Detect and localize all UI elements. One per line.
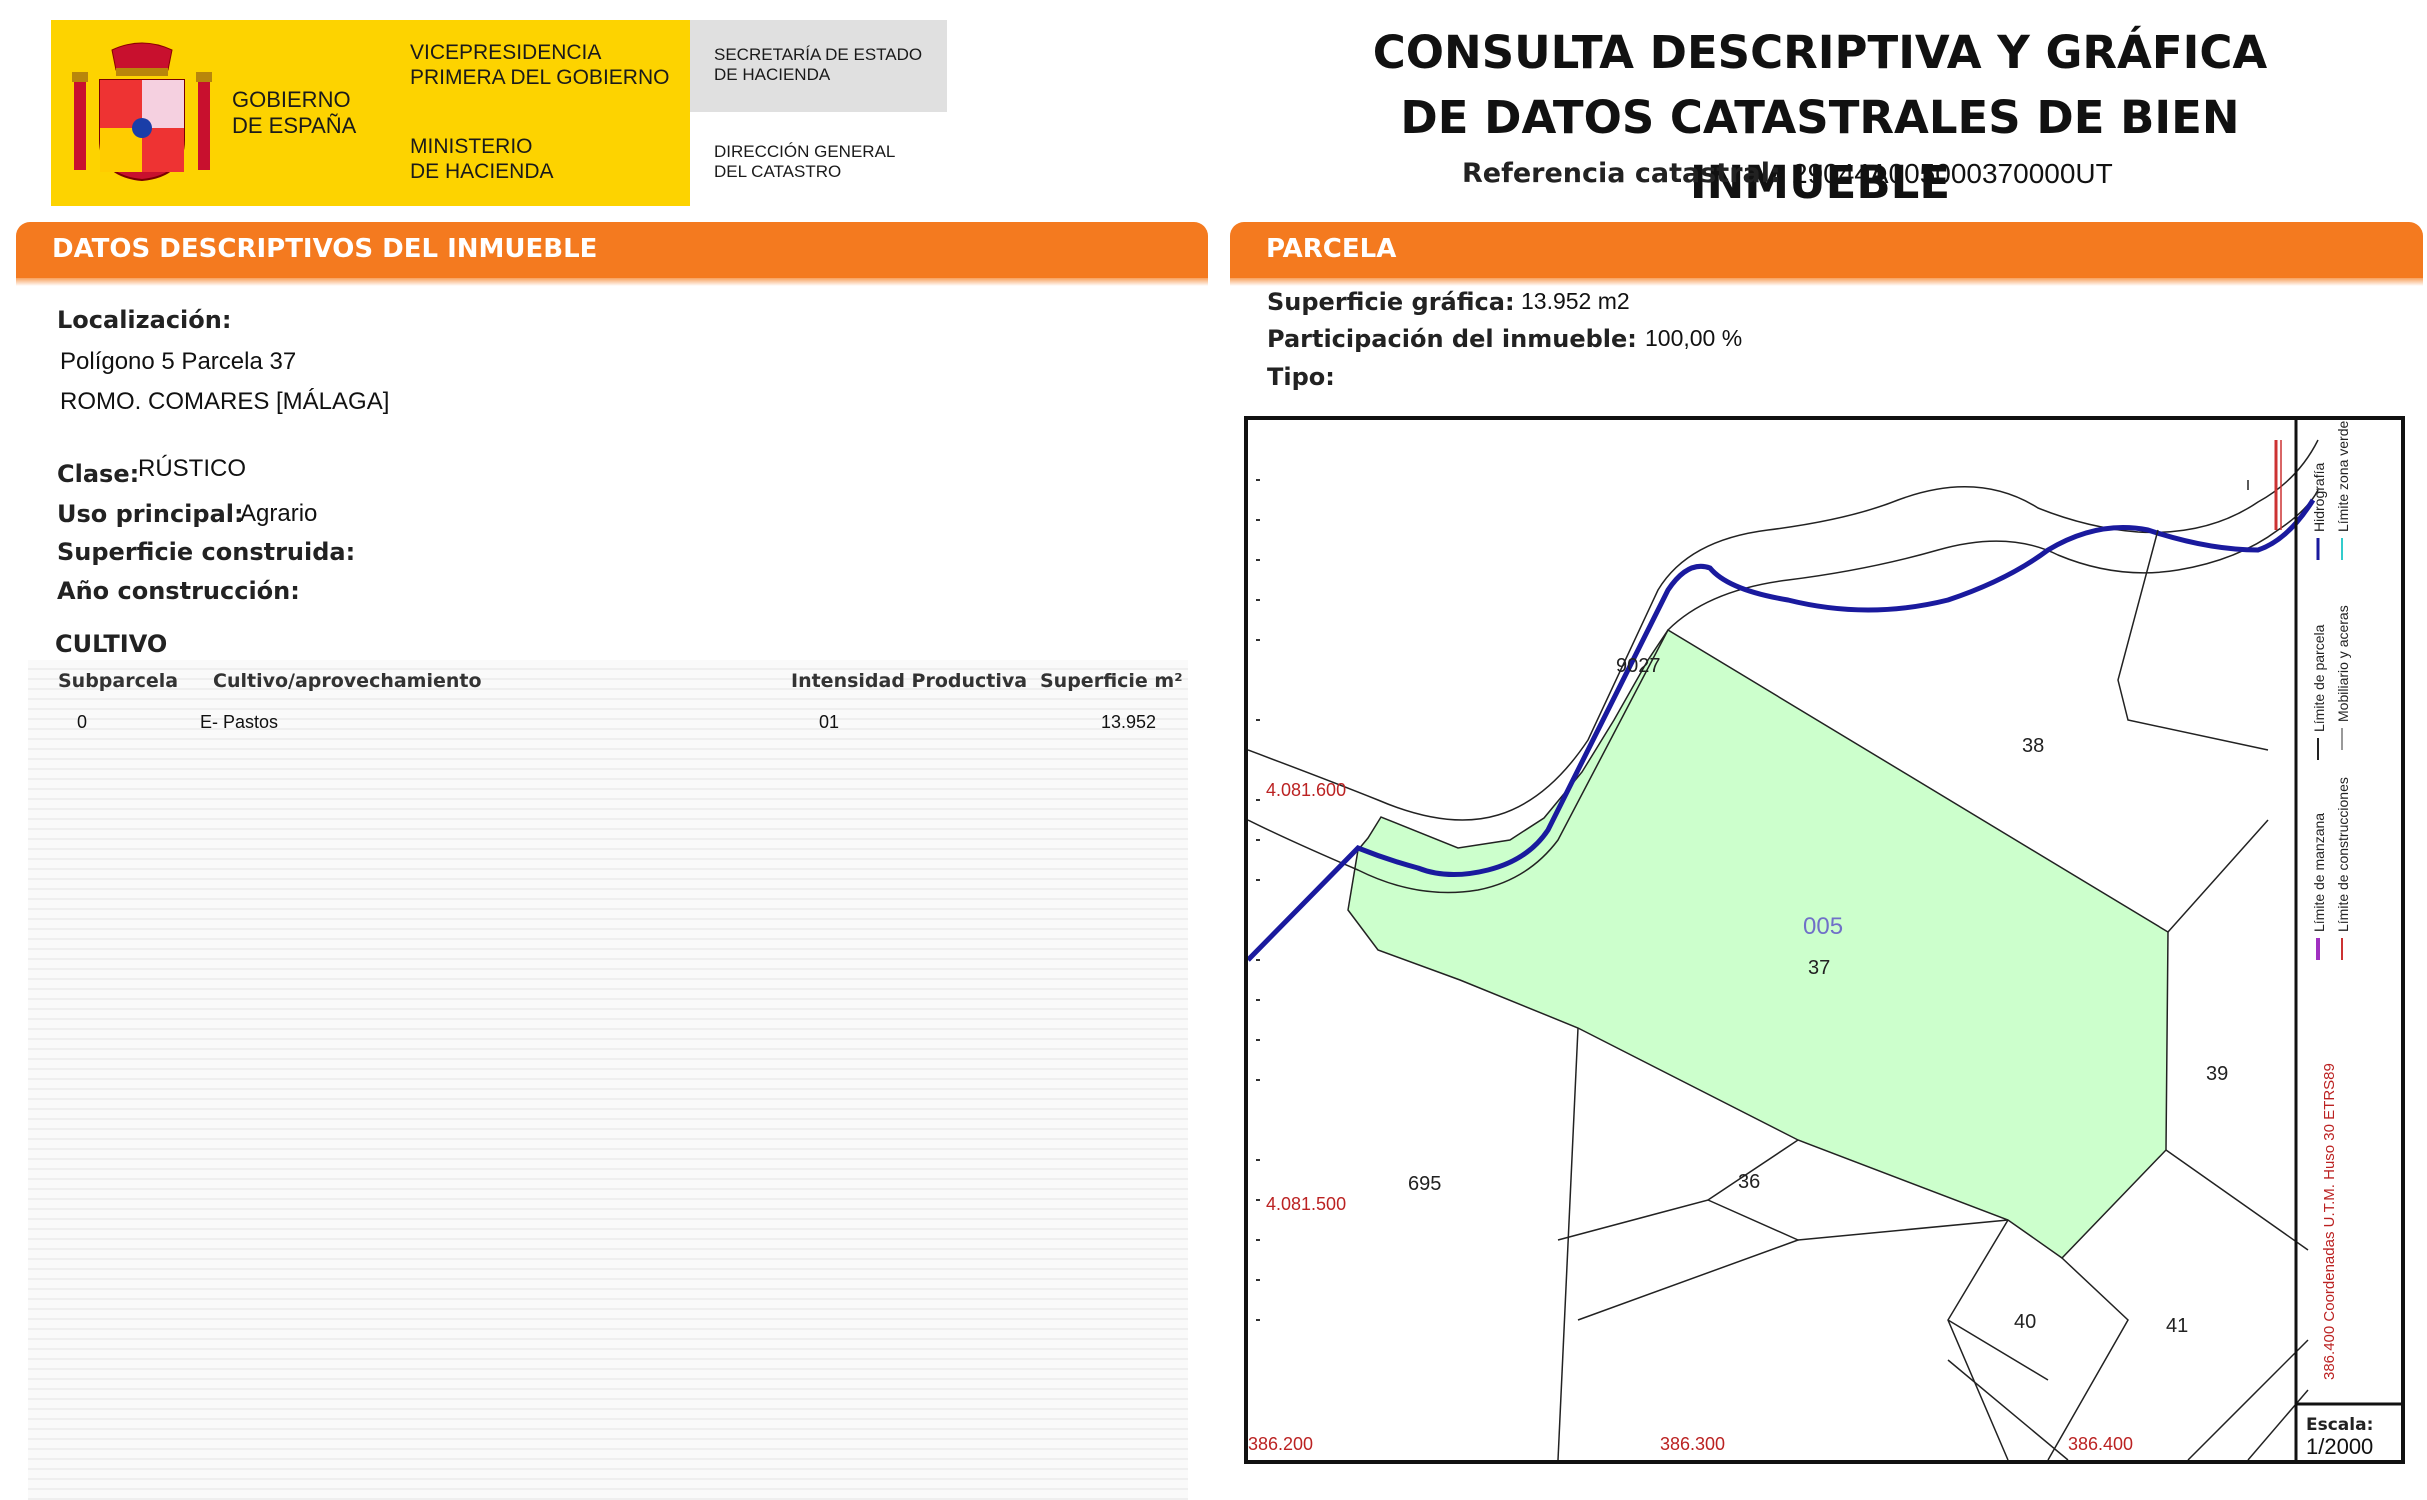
parcel-label-37: 37 [1808,957,1830,979]
title-line-2: DE DATOS CATASTRALES DE BIEN INMUEBLE [1400,91,2240,209]
y-coord-1: 4.081.600 [1266,780,1346,800]
participacion-label: Participación del inmueble: [1267,325,1637,353]
legend-coordinates: 386.400 Coordenadas U.T.M. Huso 30 ETRS8… [2321,1063,2338,1380]
table-cell-superficie: 13.952 [1101,712,1157,732]
gobierno-text: GOBIERNO DE ESPAÑA [232,87,357,139]
participacion-value: 100,00 % [1645,325,1743,351]
legend-limite-zona-verde: Límite zona verde [2335,421,2351,532]
vicepresidencia-text: VICEPRESIDENCIA PRIMERA DEL GOBIERNO [410,41,670,90]
north-arrow-icon [2274,440,2282,530]
uso-principal-value: Agrario [240,500,318,527]
superficie-grafica-label: Superficie gráfica: [1267,288,1515,316]
map-ticks [1256,479,1260,1321]
parcel-label-36: 36 [1738,1171,1760,1193]
legend-hidrografia: Hidrografía [2311,463,2327,532]
y-coord-2: 4.081.500 [1266,1194,1346,1214]
legend-limite-parcela: Límite de parcela [2311,624,2327,732]
secretaria-text: SECRETARÍA DE ESTADO DE HACIENDA [714,45,923,85]
x-coord-2: 386.300 [1660,1434,1725,1454]
title-line-1: CONSULTA DESCRIPTIVA Y GRÁFICA [1372,26,2268,79]
anio-construccion-label: Año construcción: [57,577,300,605]
table-cell-intensidad: 01 [819,712,840,732]
logo-divider [383,20,385,206]
datos-descriptivos-header: DATOS DESCRIPTIVOS DEL INMUEBLE [16,222,1208,286]
x-coord-3: 386.400 [2068,1434,2133,1454]
legend-coordenadas: 386.400 Coordenadas U.T.M. Huso 30 ETRS8… [2321,1063,2338,1380]
parcel-label-40: 40 [2014,1311,2036,1333]
table-cell-subparcela: 0 [77,712,88,732]
direccion-text: DIRECCIÓN GENERAL DEL CATASTRO [714,142,896,182]
th-superficie: Superficie m² [1040,670,1183,692]
parcel-label-41: 41 [2166,1315,2188,1337]
uso-principal-label: Uso principal: [57,500,244,528]
legend-limite-manzana: Límite de manzana [2311,813,2327,932]
parcel-label-695: 695 [1408,1173,1441,1195]
x-coord-1: 386.200 [1248,1434,1313,1454]
section-title: DATOS DESCRIPTIVOS DEL INMUEBLE [52,234,598,264]
cultivo-title: CULTIVO [55,630,168,658]
localizacion-line-1: Polígono 5 Parcela 37 [60,348,297,375]
th-subparcela: Subparcela [58,670,179,692]
superficie-construida-label: Superficie construida: [57,538,356,566]
cadastral-map[interactable]: 9027 38 005 37 39 695 36 40 41 4.081.600… [1244,416,2405,1464]
escala-label: Escala: [2306,1415,2373,1435]
legend-limite-construcciones: Límite de construcciones [2335,777,2351,932]
referencia-label: Referencia catastral: [1462,158,1781,189]
legend-mobiliario: Mobiliario y aceras [2335,605,2351,722]
coat-of-arms-icon [72,42,212,182]
table-cell-cultivo: E- Pastos [200,712,279,732]
tipo-label: Tipo: [1267,363,1335,391]
localizacion-line-2: ROMO. COMARES [MÁLAGA] [60,388,390,415]
superficie-grafica-value: 13.952 m2 [1521,288,1630,314]
cultivo-table [28,660,1188,1500]
legend-column-2: Límite de construcciones Mobiliario y ac… [2335,421,2351,960]
referencia-value: 29044A005000370000UT [1792,158,2113,189]
ministerio-text: MINISTERIO DE HACIENDA [410,135,554,184]
legend-column-1: Límite de manzana Límite de parcela Hidr… [2311,463,2327,960]
parcel-label-005: 005 [1803,913,1843,940]
parcel-label-38: 38 [2022,735,2044,757]
parcela-header: PARCELA [1230,222,2423,286]
parcel-37-shape[interactable] [1347,628,2169,1259]
clase-label: Clase: [57,460,140,488]
map-drawing: 9027 38 005 37 39 695 36 40 41 4.081.600… [1248,420,2401,1460]
th-cultivo: Cultivo/aprovechamiento [213,670,482,692]
th-intensidad: Intensidad Productiva [791,670,1028,692]
escala-value: 1/2000 [2306,1434,2373,1459]
parcel-label-39: 39 [2206,1063,2228,1085]
parcela-title: PARCELA [1266,234,1397,264]
localizacion-label: Localización: [57,306,232,334]
parcel-label-9027: 9027 [1616,655,1661,677]
clase-value: RÚSTICO [138,455,246,482]
